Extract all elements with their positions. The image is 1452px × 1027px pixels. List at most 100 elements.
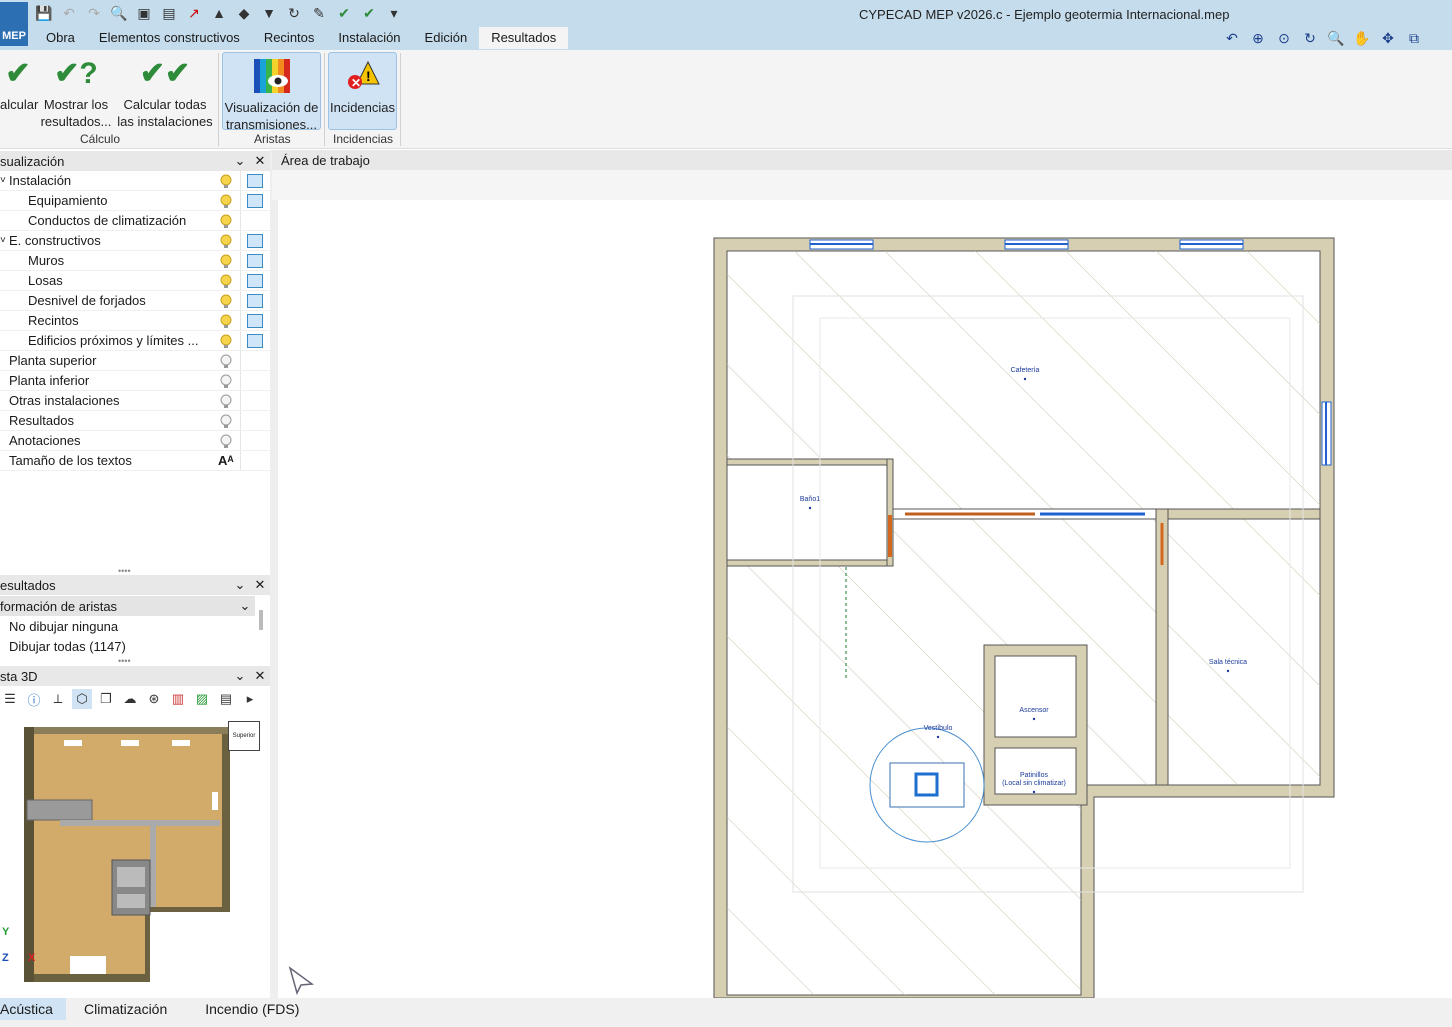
vista3d-viewport[interactable]: Superior Y Z X [0, 712, 270, 998]
drawing-canvas[interactable]: Cafetería Baño1 Sala técnica Ascensor Pa… [278, 200, 1452, 999]
close-icon[interactable]: ✕ [250, 668, 270, 684]
grip-icon[interactable]: •••• [118, 656, 131, 666]
tree-item[interactable]: Desnivel de forjados [0, 291, 270, 311]
section-icon[interactable]: ▥ [168, 689, 188, 709]
close-icon[interactable]: ✕ [250, 577, 270, 593]
calcular-todas-button[interactable]: ✔✔ Calcular todas las instalaciones [117, 50, 213, 130]
lightbulb-icon[interactable] [219, 394, 233, 408]
undo-icon[interactable]: ↶ [59, 3, 79, 23]
lightbulb-icon[interactable] [219, 314, 233, 328]
tab-climatizacion[interactable]: Climatización [66, 998, 185, 1020]
lightbulb-icon[interactable] [219, 274, 233, 288]
tab-resultados[interactable]: Resultados [479, 27, 569, 49]
print-preview-icon[interactable]: ▤ [159, 3, 179, 23]
tree-item[interactable]: Recintos [0, 311, 270, 331]
visualizacion-transmisiones-button[interactable]: Visualización de transmisiones... [222, 52, 321, 132]
layers-icon[interactable] [247, 273, 263, 288]
tab-acustica[interactable]: Acústica [0, 998, 66, 1020]
edit-icon[interactable]: ✎ [309, 3, 329, 23]
lightbulb-icon[interactable] [219, 334, 233, 348]
tree-item[interactable]: Anotaciones [0, 431, 270, 451]
tree-item[interactable]: Conductos de climatización [0, 211, 270, 231]
lightbulb-icon[interactable] [219, 294, 233, 308]
export-icon[interactable]: ↗ [184, 3, 204, 23]
save-icon[interactable]: 💾 [34, 3, 54, 23]
incidencias-button[interactable]: ! ✕ Incidencias [328, 52, 397, 130]
floor-down-icon[interactable]: ▼ [259, 3, 279, 23]
layers-icon[interactable] [247, 173, 263, 188]
zoom-window-icon[interactable]: ⊙ [1274, 29, 1294, 47]
chevron-down-icon[interactable]: ⌄ [230, 577, 250, 593]
lightbulb-icon[interactable] [219, 434, 233, 448]
close-icon[interactable]: ✕ [250, 153, 270, 169]
layers-icon[interactable] [247, 293, 263, 308]
tree-item[interactable]: Planta superior [0, 351, 270, 371]
layers-icon[interactable] [247, 313, 263, 328]
chevron-down-icon[interactable]: ⌄ [230, 668, 250, 684]
view-cube[interactable]: Superior [228, 721, 260, 751]
zoom-previous-icon[interactable]: ↶ [1222, 29, 1242, 47]
calcular-button[interactable]: ✔ alcular [0, 50, 38, 113]
tree-item[interactable]: ˅ E. constructivos [0, 231, 270, 251]
mostrar-resultados-button[interactable]: ✔? Mostrar los resultados... [40, 50, 112, 130]
expand-icon[interactable]: ˅ [0, 235, 6, 246]
more-icon[interactable]: ▸ [240, 689, 260, 709]
lightbulb-icon[interactable] [219, 374, 233, 388]
pan-icon[interactable]: ✋ [1352, 29, 1372, 47]
tab-recintos[interactable]: Recintos [252, 27, 327, 49]
tree-item[interactable]: Equipamiento [0, 191, 270, 211]
app-logo[interactable]: MEP [0, 2, 28, 46]
option-no-dibujar[interactable]: No dibujar ninguna [0, 617, 255, 637]
lightbulb-icon[interactable] [219, 234, 233, 248]
layers-icon[interactable] [247, 333, 263, 348]
tab-instalacion[interactable]: Instalación [326, 27, 412, 49]
lightbulb-icon[interactable] [219, 194, 233, 208]
floor-up-icon[interactable]: ▲ [209, 3, 229, 23]
layers-icon[interactable] [247, 233, 263, 248]
search-icon[interactable]: 🔍 [109, 3, 129, 23]
walk-icon[interactable]: ☁ [120, 689, 140, 709]
tree-item[interactable]: Resultados [0, 411, 270, 431]
tab-elementos-constructivos[interactable]: Elementos constructivos [87, 27, 252, 49]
tree-item[interactable]: Edificios próximos y límites ... [0, 331, 270, 351]
layers-icon[interactable] [247, 193, 263, 208]
zoom-all-icon[interactable]: ⊕ [1248, 29, 1268, 47]
refresh-icon[interactable]: ↻ [284, 3, 304, 23]
tree-item[interactable]: Losas [0, 271, 270, 291]
customize-icon[interactable]: ▾ [384, 3, 404, 23]
info-icon[interactable]: ⓘ [24, 689, 44, 709]
scrollbar[interactable] [259, 610, 263, 630]
print-icon[interactable]: ▤ [216, 689, 236, 709]
lightbulb-icon[interactable] [219, 354, 233, 368]
lightbulb-icon[interactable] [219, 174, 233, 188]
aristas-dropdown[interactable]: formación de aristas ⌄ [0, 596, 255, 616]
tree-item[interactable]: ˅ Instalación [0, 171, 270, 191]
check-icon[interactable]: ✔ [334, 3, 354, 23]
splitter[interactable] [270, 150, 278, 1000]
window-icon[interactable]: ⧉ [1404, 29, 1424, 47]
cube-view-icon[interactable]: ⬡ [72, 689, 92, 709]
layers-icon[interactable]: ☰ [0, 689, 20, 709]
redo-icon[interactable]: ↷ [84, 3, 104, 23]
font-size-icon[interactable]: Aᴬ [218, 453, 234, 468]
lightbulb-icon[interactable] [219, 414, 233, 428]
tree-item[interactable]: Otras instalaciones [0, 391, 270, 411]
tree-item[interactable]: Tamaño de los textos Aᴬ [0, 451, 270, 471]
move-icon[interactable]: ✥ [1378, 29, 1398, 47]
zoom-icon[interactable]: 🔍 [1326, 29, 1346, 47]
floor-select-icon[interactable]: ◆ [234, 3, 254, 23]
tab-edicion[interactable]: Edición [413, 27, 480, 49]
views-icon[interactable]: ❐ [96, 689, 116, 709]
expand-icon[interactable]: ˅ [0, 175, 6, 186]
layers-icon[interactable] [247, 253, 263, 268]
chevron-down-icon[interactable]: ⌄ [230, 153, 250, 169]
orbit-icon[interactable]: ⊛ [144, 689, 164, 709]
lightbulb-icon[interactable] [219, 214, 233, 228]
check-question-icon[interactable]: ✔ [359, 3, 379, 23]
zoom-refresh-icon[interactable]: ↻ [1300, 29, 1320, 47]
tree-item[interactable]: Planta inferior [0, 371, 270, 391]
image-icon[interactable]: ▨ [192, 689, 212, 709]
tree-item[interactable]: Muros [0, 251, 270, 271]
tab-obra[interactable]: Obra [34, 27, 87, 49]
lightbulb-icon[interactable] [219, 254, 233, 268]
